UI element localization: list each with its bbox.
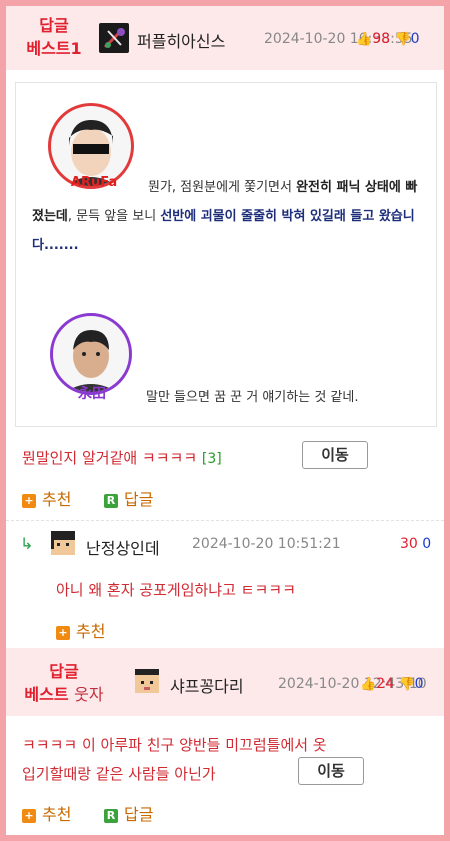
- pixel-face-icon: [48, 528, 78, 558]
- upvote-count: 98: [372, 31, 391, 47]
- person-portrait-icon: [65, 330, 117, 392]
- recommend-button[interactable]: + 추천: [22, 801, 71, 825]
- move-button[interactable]: 이동: [298, 757, 364, 785]
- recommend-button[interactable]: + 추천: [56, 618, 105, 642]
- downvote-count: 0: [410, 31, 420, 47]
- badge-line-1: 답글: [39, 16, 69, 35]
- comic-image: ARuFa 뭔가, 점원분에게 쫓기면서 완전히 패닉 상태에 빠졌는데, 문득…: [15, 82, 437, 427]
- avatar-purple-hyacinth[interactable]: [99, 23, 129, 53]
- pixel-face-icon: [132, 666, 162, 696]
- quote-part-3: , 문득 앞을 보니: [67, 209, 161, 224]
- comment-text: 뭔말인지 알거같애 ㅋㅋㅋㅋ [3]: [22, 447, 222, 468]
- reply-button[interactable]: R 답글: [104, 486, 153, 510]
- nickname[interactable]: 샤프꽁다리: [170, 673, 244, 697]
- thumbs-up-icon[interactable]: 👍: [360, 677, 376, 692]
- reply-icon: R: [104, 809, 118, 823]
- divider: [6, 520, 444, 521]
- avatar-pixel[interactable]: [48, 528, 78, 558]
- comment-thread: 답글 베스트1 퍼플히아신스 2024-10-20 10:38:55 👍98 👎…: [6, 6, 444, 835]
- badge-line-2: 베스트1: [26, 39, 82, 58]
- upvote-count: 24: [376, 676, 395, 692]
- upvote-count: 30: [400, 536, 418, 552]
- nickname[interactable]: 퍼플히아신스: [137, 28, 225, 52]
- recommend-label: 추천: [42, 805, 72, 824]
- comment-line-1: ㅋㅋㅋㅋ 이 아루파 친구 양반들 미끄럼틀에서 옷: [22, 736, 327, 754]
- reply-caption: 말만 들으면 꿈 꾼 거 얘기하는 것 같네.: [146, 390, 359, 405]
- thumbs-down-icon[interactable]: 👎: [398, 677, 414, 692]
- reply-label: 답글: [124, 805, 154, 824]
- flower-avatar-icon: [99, 23, 129, 53]
- move-button[interactable]: 이동: [302, 441, 368, 469]
- comment-text: 아니 왜 혼자 공포게임하냐고 ㅌㅋㅋㅋ: [56, 581, 296, 599]
- badge-line-2b: 웃자: [74, 685, 104, 704]
- recommend-label: 추천: [76, 622, 106, 641]
- best-badge-1: 답글 베스트1: [18, 14, 90, 60]
- vote-counts: 30 0: [400, 536, 431, 552]
- recommend-button[interactable]: + 추천: [22, 486, 71, 510]
- plus-icon: +: [22, 494, 36, 508]
- badge-line-2a: 베스트: [24, 685, 69, 704]
- nickname[interactable]: 난정상인데: [86, 535, 160, 559]
- downvote-count: 0: [414, 676, 424, 692]
- vote-counts: 👍24 👎0: [360, 676, 424, 692]
- thumbs-up-icon[interactable]: 👍: [356, 32, 372, 47]
- reply-label: 답글: [124, 490, 154, 509]
- reply-count[interactable]: [3]: [202, 451, 222, 467]
- downvote-count: 0: [422, 536, 432, 552]
- reply-icon: R: [104, 494, 118, 508]
- reply-button[interactable]: R 답글: [104, 801, 153, 825]
- vote-counts: 👍98 👎0: [356, 31, 420, 47]
- badge-line-1: 답글: [49, 662, 79, 681]
- best-badge-2: 답글 베스트 웃자: [16, 660, 112, 706]
- comment-line-2: 입기할때랑 같은 사람들 아닌가: [22, 765, 216, 783]
- plus-icon: +: [56, 626, 70, 640]
- best-reply-header-2: 답글 베스트 웃자 샤프꽁다리 2024-10-20 12:43:10 👍24 …: [6, 648, 444, 716]
- timestamp: 2024-10-20 10:51:21: [192, 536, 341, 552]
- best-reply-header-1: 답글 베스트1 퍼플히아신스 2024-10-20 10:38:55 👍98 👎…: [6, 6, 444, 70]
- plus-icon: +: [22, 809, 36, 823]
- recommend-label: 추천: [42, 490, 72, 509]
- thumbs-down-icon[interactable]: 👎: [394, 32, 410, 47]
- comment-body: 뭔말인지 알거같애 ㅋㅋㅋㅋ: [22, 449, 198, 467]
- avatar-pixel[interactable]: [132, 666, 162, 696]
- quote-part-1: 뭔가, 점원분에게 쫓기면서: [148, 180, 297, 195]
- reply-arrow-icon: ↳: [20, 534, 34, 553]
- quote-text: 뭔가, 점원분에게 쫓기면서 완전히 패닉 상태에 빠졌는데, 문득 앞을 보니…: [32, 173, 424, 260]
- nagata-name-tag: 永田: [78, 386, 106, 402]
